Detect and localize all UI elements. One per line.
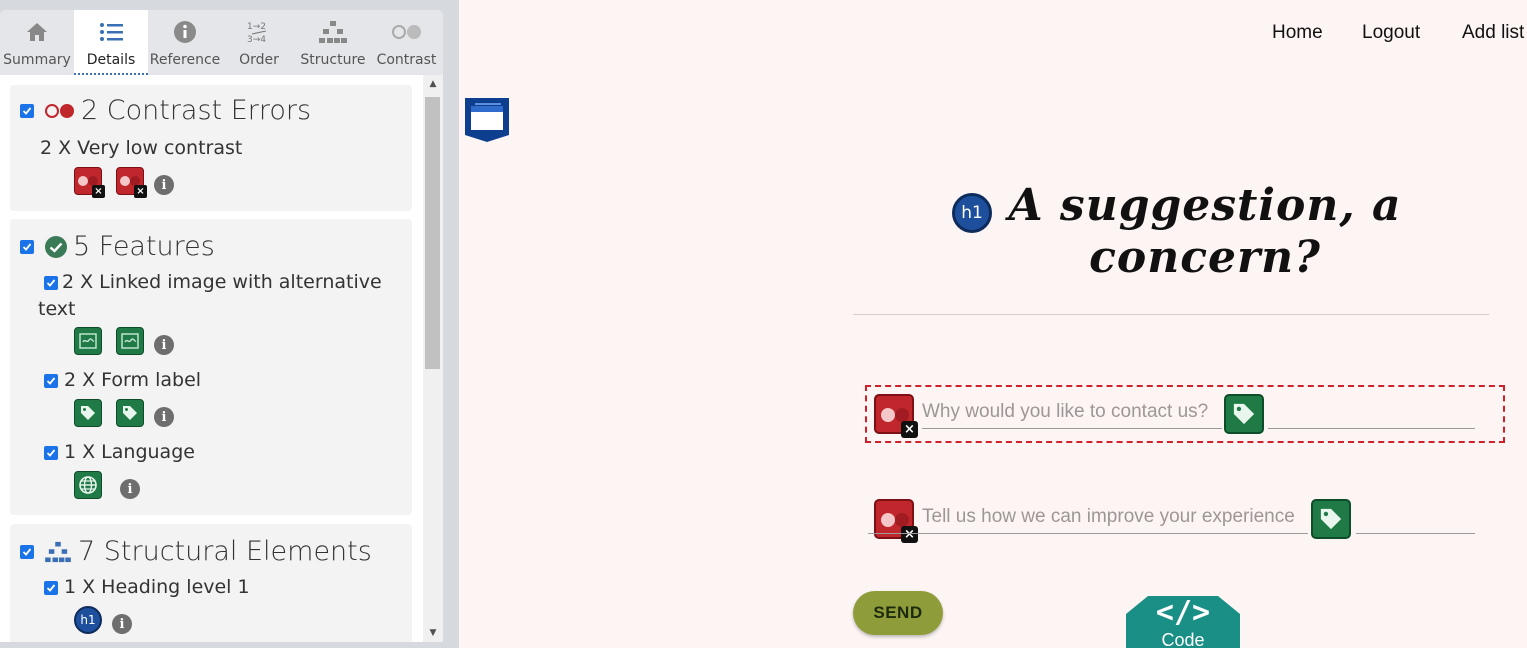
language-checkbox[interactable] [44, 446, 58, 460]
scroll-up-arrow[interactable]: ▲ [423, 79, 443, 89]
feature-language: 1 X Language [44, 439, 195, 466]
scrollbar-thumb[interactable] [425, 97, 440, 369]
field-underline [922, 428, 1222, 429]
tag-icon[interactable] [1311, 499, 1351, 539]
code-button[interactable]: </> Code [1126, 596, 1240, 648]
page-heading: A suggestion, a concern? [1008, 180, 1402, 283]
scroll-down-arrow[interactable]: ▼ [423, 628, 443, 638]
contrast-errors-checkbox[interactable] [20, 103, 34, 118]
code-label: Code [1161, 630, 1205, 648]
tab-bar: Summary Details Reference 1→23→4 Order [0, 10, 443, 75]
field-underline [868, 533, 1308, 534]
close-icon: × [901, 526, 918, 543]
contact-reason-input[interactable]: Why would you like to contact us? [922, 401, 1208, 423]
divider [853, 314, 1489, 315]
info-icon[interactable]: i [120, 479, 140, 499]
wave-sidebar: Summary Details Reference 1→23→4 Order [0, 0, 459, 648]
contrast-error-icon[interactable]: × [116, 167, 147, 198]
tab-summary-label: Summary [3, 52, 71, 68]
tab-details[interactable]: Details [74, 10, 148, 75]
tab-reference[interactable]: Reference [148, 10, 222, 75]
wave-panel: Summary Details Reference 1→23→4 Order [0, 10, 443, 642]
info-icon[interactable]: i [112, 614, 132, 634]
tag-icon[interactable] [74, 399, 102, 427]
structural-elements-card: 7 Structural Elements 1 X Heading level … [10, 524, 412, 642]
heading-level-1-row: 1 X Heading level 1 [44, 574, 250, 601]
globe-icon[interactable] [74, 471, 102, 499]
svg-text:3→4: 3→4 [247, 35, 266, 45]
heading-level-1-label: 1 X Heading level 1 [64, 576, 250, 598]
contrast-icon [391, 18, 423, 46]
send-button[interactable]: SEND [853, 591, 943, 635]
contrast-icon-row: × × i [74, 167, 174, 198]
details-list: 2 Contrast Errors 2 X Very low contrast … [0, 75, 423, 642]
contrast-error-icon[interactable]: × [74, 167, 105, 198]
feature-form-label: 2 X Form label [44, 367, 201, 394]
home-icon [25, 18, 49, 46]
nav-add-list-link[interactable]: Add list [1462, 22, 1524, 44]
experience-input[interactable]: Tell us how we can improve your experien… [922, 506, 1295, 528]
h1-icon[interactable]: h1 [74, 606, 102, 634]
panel-scrollbar[interactable]: ▲ ▼ [423, 75, 443, 642]
language-icon-row: i [74, 471, 140, 499]
list-icon [99, 18, 123, 46]
form-label-icon-row: i [74, 399, 174, 427]
code-icon: </> [1155, 595, 1211, 630]
form-label-label: 2 X Form label [64, 369, 202, 391]
tab-summary[interactable]: Summary [0, 10, 74, 75]
contrast-errors-card: 2 Contrast Errors 2 X Very low contrast … [10, 85, 412, 211]
check-circle-icon [45, 235, 67, 258]
structure-icon [319, 18, 347, 46]
very-low-contrast-label: 2 X Very low contrast [40, 137, 243, 159]
features-checkbox[interactable] [20, 239, 34, 254]
heading-icon-row: h1 i [74, 606, 132, 634]
contrast-icon [45, 103, 74, 118]
tab-reference-label: Reference [149, 52, 221, 68]
structural-elements-header: 7 Structural Elements [20, 536, 372, 567]
linked-image-icon-row: i [74, 327, 174, 355]
structural-elements-checkbox[interactable] [20, 544, 34, 559]
feature-linked-image: 2 X Linked image with alternative text [38, 269, 394, 323]
field-underline [1356, 533, 1475, 534]
info-icon[interactable]: i [154, 335, 174, 355]
features-header: 5 Features [20, 231, 215, 262]
tab-structure[interactable]: Structure [296, 10, 370, 75]
h1-badge-icon[interactable]: h1 [952, 193, 992, 233]
form-label-checkbox[interactable] [44, 374, 58, 388]
nav-logout-link[interactable]: Logout [1362, 22, 1420, 44]
field-underline [1268, 428, 1475, 429]
info-icon [173, 18, 197, 46]
contrast-errors-header: 2 Contrast Errors [20, 95, 311, 126]
features-heading: 5 Features [73, 231, 215, 262]
tag-icon[interactable] [116, 399, 144, 427]
nav-home-link[interactable]: Home [1272, 22, 1323, 44]
order-icon: 1→2 3→4 [246, 18, 272, 46]
tab-details-label: Details [86, 52, 136, 68]
tag-icon[interactable] [1224, 394, 1264, 434]
page-content [459, 0, 1527, 648]
language-label: 1 X Language [64, 441, 195, 463]
linked-image-icon[interactable] [74, 327, 102, 355]
svg-text:1→2: 1→2 [247, 22, 266, 32]
tab-contrast-label: Contrast [376, 52, 437, 68]
tab-contrast[interactable]: Contrast [370, 10, 443, 75]
linked-image-icon[interactable] [116, 327, 144, 355]
structural-elements-heading: 7 Structural Elements [78, 536, 372, 567]
structure-icon [45, 541, 71, 562]
linked-image-label: 2 X Linked image with alternative text [38, 271, 382, 320]
contrast-errors-heading: 2 Contrast Errors [81, 95, 312, 126]
tab-order-label: Order [239, 52, 279, 68]
features-card: 5 Features 2 X Linked image with alterna… [10, 219, 412, 515]
heading-level-1-checkbox[interactable] [44, 581, 58, 595]
close-icon: × [901, 421, 918, 438]
window-icon[interactable] [464, 97, 510, 143]
info-icon[interactable]: i [154, 175, 174, 195]
info-icon[interactable]: i [154, 407, 174, 427]
tab-structure-label: Structure [300, 52, 366, 68]
tab-order[interactable]: 1→2 3→4 Order [222, 10, 296, 75]
